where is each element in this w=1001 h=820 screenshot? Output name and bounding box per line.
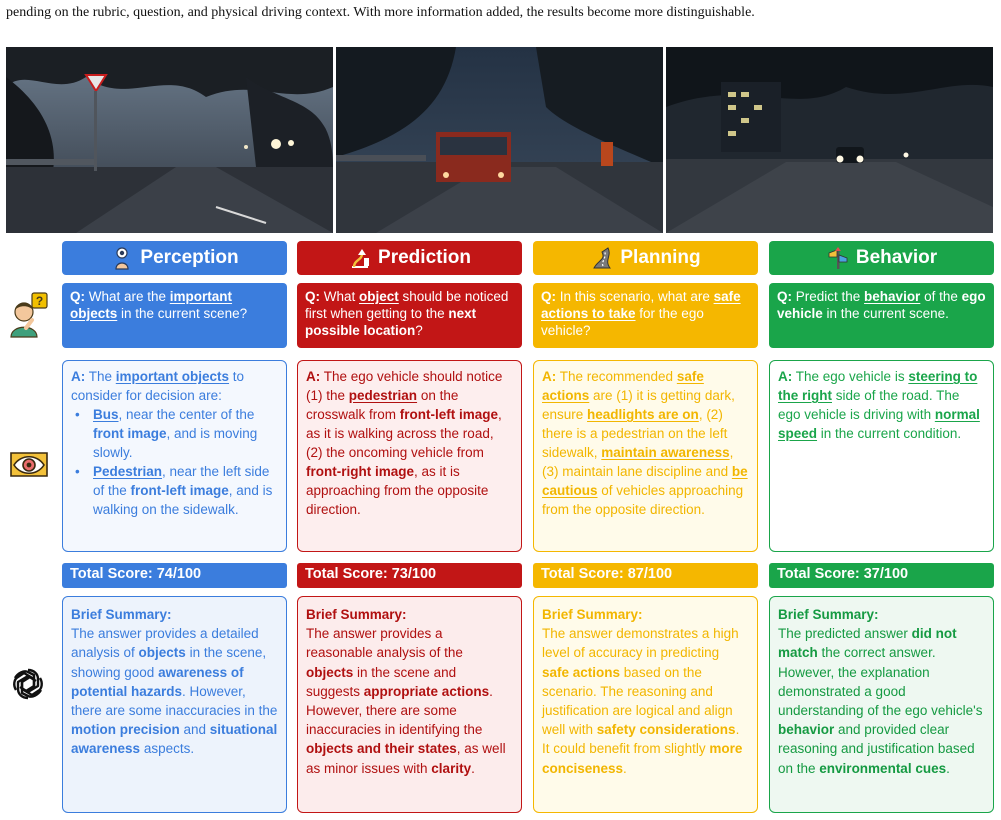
prediction-icon <box>352 249 370 268</box>
perception-summary: Brief Summary: The answer provides a deta… <box>62 596 287 813</box>
prediction-answer: A: The ego vehicle should notice (1) the… <box>297 360 522 552</box>
prediction-title: Prediction <box>378 247 471 268</box>
perception-answer: A: The important objects to consider for… <box>62 360 287 552</box>
prediction-question: Q: What object should be noticed first w… <box>297 283 522 348</box>
planning-title: Planning <box>620 247 701 268</box>
openai-logo-icon <box>10 666 46 702</box>
perception-header: Perception <box>62 241 287 275</box>
front-right-image <box>666 47 993 233</box>
perception-title: Perception <box>140 247 239 268</box>
perception-question: Q: What are the important objects in the… <box>62 283 287 348</box>
planning-summary: Brief Summary: The answer demonstrates a … <box>533 596 758 813</box>
behavior-title: Behavior <box>855 247 938 268</box>
thinking-person-icon: ? <box>8 292 50 338</box>
front-left-image <box>6 47 333 233</box>
perception-column: Perception Q: What are the important obj… <box>62 241 287 813</box>
planning-icon <box>593 247 612 269</box>
perception-score: Total Score: 74/100 <box>62 563 287 588</box>
planning-column: Planning Q: In this scenario, what are s… <box>533 241 758 813</box>
planning-question: Q: In this scenario, what are safe actio… <box>533 283 758 348</box>
behavior-summary: Brief Summary: The predicted answer did n… <box>769 596 994 813</box>
intro-text: pending on the rubric, question, and phy… <box>6 5 755 20</box>
behavior-answer: A: The ego vehicle is steering to the ri… <box>769 360 994 552</box>
behavior-score: Total Score: 37/100 <box>769 563 994 588</box>
eye-icon <box>7 450 51 480</box>
list-item: Bus, near the center of the front image,… <box>71 405 278 462</box>
behavior-column: Behavior Q: Predict the behavior of the … <box>769 241 994 813</box>
planning-header: Planning <box>533 241 758 275</box>
prediction-summary: Brief Summary: The answer provides a reas… <box>297 596 522 813</box>
front-image <box>336 47 663 233</box>
planning-score: Total Score: 87/100 <box>533 563 758 588</box>
svg-text:?: ? <box>36 294 43 308</box>
perception-icon <box>115 247 129 270</box>
planning-answer: A: The recommended safe actions are (1) … <box>533 360 758 552</box>
list-item: Pedestrian, near the left side of the fr… <box>71 462 278 519</box>
prediction-column: Prediction Q: What object should be noti… <box>297 241 522 813</box>
prediction-header: Prediction <box>297 241 522 275</box>
camera-image-strip <box>6 47 993 233</box>
behavior-icon <box>828 247 848 269</box>
prediction-score: Total Score: 73/100 <box>297 563 522 588</box>
behavior-header: Behavior <box>769 241 994 275</box>
behavior-question: Q: Predict the behavior of the ego vehic… <box>769 283 994 348</box>
